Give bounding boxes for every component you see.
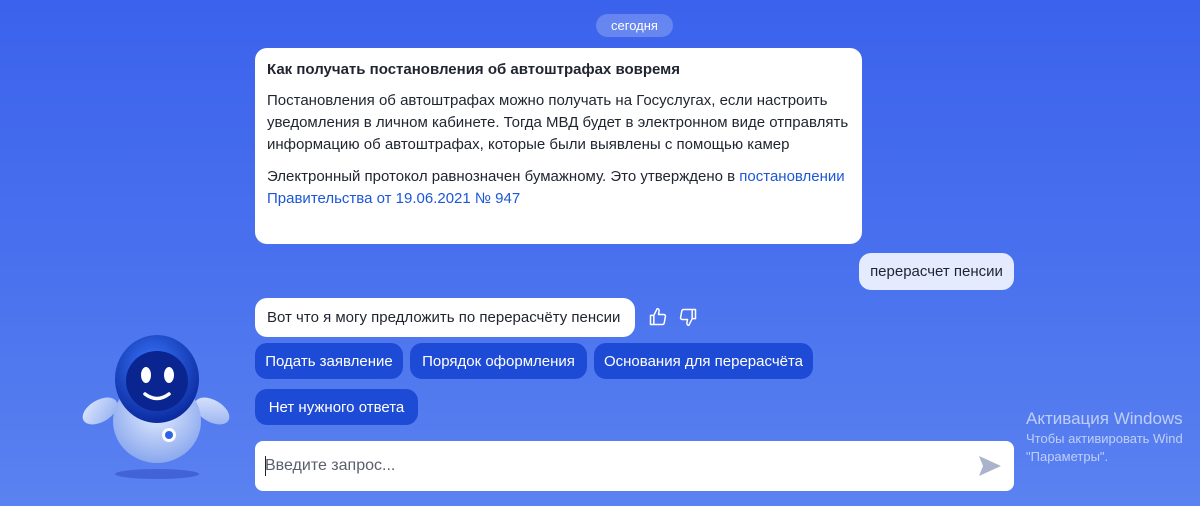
- robot-assistant-avatar: [78, 333, 236, 483]
- query-input[interactable]: [265, 441, 955, 491]
- watermark-line: "Параметры".: [1026, 449, 1109, 464]
- bot-reply-bubble: Вот что я могу предложить по перерасчёту…: [255, 298, 635, 337]
- message-paragraph-with-link: Электронный протокол равнозначен бумажно…: [267, 166, 850, 210]
- quick-reply-submit-application[interactable]: Подать заявление: [255, 343, 403, 379]
- text-caret: [265, 456, 266, 476]
- bot-message-bubble: Как получать постановления об автоштрафа…: [255, 48, 862, 244]
- date-separator: сегодня: [596, 14, 673, 37]
- thumbs-down-icon[interactable]: [677, 306, 699, 328]
- watermark-line: Чтобы активировать Wind: [1026, 431, 1183, 446]
- user-message-bubble: перерасчет пенсии: [859, 253, 1014, 290]
- paragraph-text: Электронный протокол равнозначен бумажно…: [267, 168, 736, 185]
- query-input-box: [255, 441, 1014, 491]
- quick-reply-no-answer[interactable]: Нет нужного ответа: [255, 389, 418, 425]
- message-title: Как получать постановления об автоштрафа…: [267, 61, 681, 78]
- message-paragraph: Постановления об автоштрафах можно получ…: [267, 92, 849, 153]
- quick-reply-recalculation-grounds[interactable]: Основания для перерасчёта: [594, 343, 813, 379]
- quick-reply-procedure[interactable]: Порядок оформления: [410, 343, 587, 379]
- windows-activation-watermark: Активация Windows Чтобы активировать Win…: [1026, 408, 1200, 466]
- send-button[interactable]: [976, 453, 1004, 479]
- thumbs-up-icon[interactable]: [647, 306, 669, 328]
- watermark-title: Активация Windows: [1026, 409, 1183, 428]
- send-arrow-icon: [979, 456, 1001, 476]
